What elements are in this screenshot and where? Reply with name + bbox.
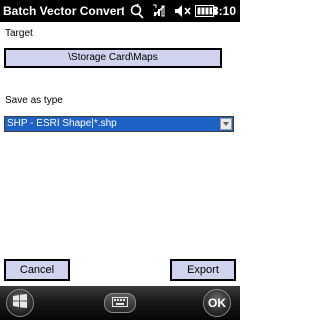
volume-muted-icon[interactable]: [172, 0, 194, 22]
start-button[interactable]: [6, 289, 34, 317]
save-as-type-selected: SHP - ESRI Shape|*.shp: [7, 118, 117, 129]
soft-key-bar: OK: [0, 286, 240, 320]
title-bar: Batch Vector Converter 3:10: [0, 0, 240, 22]
ok-button[interactable]: OK: [203, 289, 231, 317]
target-label: Target: [5, 28, 33, 39]
save-as-type-label: Save as type: [5, 95, 63, 106]
status-icons[interactable]: [126, 0, 218, 22]
keyboard-icon: [112, 294, 128, 312]
export-button[interactable]: Export: [170, 259, 236, 281]
keyboard-button[interactable]: [104, 293, 136, 313]
no-signal-icon[interactable]: [148, 0, 172, 22]
target-path-button[interactable]: \Storage Card\Maps: [4, 48, 222, 68]
windows-logo-icon: [12, 293, 28, 314]
cancel-button[interactable]: Cancel: [4, 259, 70, 281]
window-title: Batch Vector Converter: [3, 4, 124, 18]
save-as-type-dropdown[interactable]: SHP - ESRI Shape|*.shp: [4, 116, 234, 132]
clock[interactable]: 3:10: [212, 0, 236, 22]
sync-icon[interactable]: [126, 0, 148, 22]
dropdown-arrow-icon[interactable]: [220, 118, 232, 130]
